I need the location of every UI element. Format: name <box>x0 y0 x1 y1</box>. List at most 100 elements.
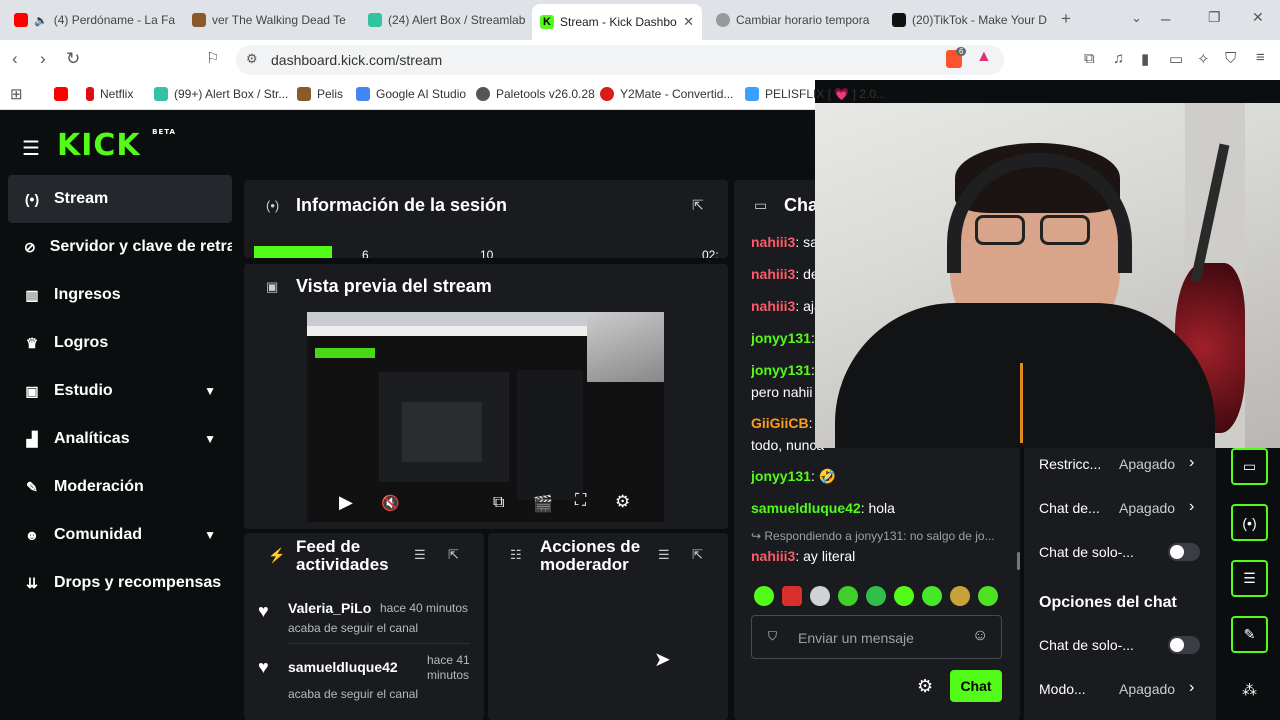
chat-username[interactable]: GiiGiiCB <box>751 415 809 431</box>
send-chat-button[interactable]: Chat <box>950 670 1002 702</box>
fullscreen-icon[interactable]: ⛶ <box>575 492 586 510</box>
hamburger-menu-icon[interactable]: ☰ <box>22 136 40 161</box>
back-icon[interactable]: ‹ <box>12 49 18 69</box>
bookmark-item[interactable]: PELISFLIX [ 💗 ] 2.0... <box>745 87 886 101</box>
feed-username[interactable]: samueldluque42 <box>288 659 398 675</box>
browser-tab[interactable]: ver The Walking Dead Te <box>184 6 354 34</box>
chevron-right-icon[interactable]: › <box>1189 454 1194 472</box>
popout-icon[interactable]: ⇱ <box>692 197 704 214</box>
chat-scrollbar[interactable] <box>1017 552 1020 570</box>
bookmark-item[interactable]: Y2Mate - Convertid... <box>600 87 733 101</box>
stream-rail-button[interactable]: (•) <box>1231 504 1268 541</box>
leo-icon[interactable]: ✧ <box>1197 50 1210 68</box>
trophy-icon: ♛ <box>25 334 39 351</box>
emote-icon[interactable] <box>978 586 998 606</box>
vpn-icon[interactable]: ⛉ <box>1225 50 1236 67</box>
feed-username[interactable]: Valeria_PiLo <box>288 600 371 616</box>
sidebar-item-income[interactable]: ▥ Ingresos <box>8 271 232 319</box>
emote-icon[interactable] <box>838 586 858 606</box>
extensions-icon[interactable]: ⧉ <box>1084 50 1095 67</box>
browser-tab[interactable]: (20)TikTok - Make Your D <box>884 6 1054 34</box>
chat-username[interactable]: samueldluque42 <box>751 500 861 516</box>
bookmark-item[interactable]: Netflix <box>86 87 133 101</box>
restore-icon[interactable]: ❐ <box>1208 9 1221 26</box>
media-icon[interactable]: ♫ <box>1113 50 1124 67</box>
followers-only-toggle[interactable] <box>1168 543 1200 561</box>
tab-search-icon[interactable]: ⌄ <box>1131 10 1142 26</box>
sidebar-item-achievements[interactable]: ♛ Logros <box>8 319 232 367</box>
minimize-icon[interactable]: – <box>1161 9 1170 29</box>
layout-rail-button[interactable]: ☰ <box>1231 560 1268 597</box>
emote-icon[interactable] <box>950 586 970 606</box>
play-icon[interactable]: ▶ <box>339 492 353 513</box>
sidebar-icon[interactable]: ▮ <box>1141 50 1149 68</box>
browser-tab[interactable]: (24) Alert Box / Streamlab <box>360 6 530 34</box>
filter-icon[interactable]: ☰ <box>414 547 426 563</box>
bookmark-item[interactable]: Google AI Studio <box>356 87 466 101</box>
bookmark-item[interactable]: Pelis <box>297 87 343 101</box>
sidebar-item-server-key[interactable]: ⊘ Servidor y clave de retransmisión <box>8 223 232 271</box>
bookmark-item[interactable]: (99+) Alert Box / Str... <box>154 87 288 101</box>
chat-username[interactable]: nahiii3 <box>751 298 795 314</box>
analytics-icon: ▟ <box>26 430 38 447</box>
title-line: Feed de <box>296 537 361 556</box>
settings-gear-icon[interactable]: ⚙ <box>615 492 630 512</box>
emoji-icon[interactable]: ☺ <box>972 627 988 645</box>
chevron-right-icon[interactable]: › <box>1189 498 1194 516</box>
emote-icon[interactable] <box>754 586 774 606</box>
muted-speaker-icon[interactable]: 🔈 <box>34 14 48 27</box>
browser-tab[interactable]: 🔈 (4) Perdóname - La Fa <box>6 6 176 34</box>
sidebar-item-stream[interactable]: (•) Stream <box>8 175 232 223</box>
bookmark-item[interactable]: Paletools v26.0.28 <box>476 87 595 101</box>
miniplayer-icon[interactable]: ⧉ <box>493 494 504 512</box>
forward-icon[interactable]: › <box>40 49 46 69</box>
popout-icon[interactable]: ⇱ <box>692 547 703 563</box>
browser-tab[interactable]: Cambiar horario tempora <box>708 6 878 34</box>
sidebar-item-drops[interactable]: ⇊ Drops y recompensas <box>8 559 232 607</box>
sidebar-item-analytics[interactable]: ▟ Analíticas ▼ <box>8 415 232 463</box>
clip-icon[interactable]: 🎬 <box>533 494 553 514</box>
chat-username[interactable]: nahiii3 <box>751 266 795 282</box>
chat-username[interactable]: nahiii3 <box>751 234 795 250</box>
browser-tab-active[interactable]: K Stream - Kick Dashbo ✕ <box>532 4 702 40</box>
filter-icon[interactable]: ☰ <box>658 547 670 563</box>
site-settings-icon[interactable]: ⚙ <box>246 51 258 67</box>
close-window-icon[interactable]: ✕ <box>1252 9 1264 26</box>
chat-text: hola <box>868 500 895 516</box>
chat-username[interactable]: jonyy131 <box>751 330 811 346</box>
chat-rail-button[interactable]: ▭ <box>1231 448 1268 485</box>
emote-icon[interactable] <box>810 586 830 606</box>
close-tab-icon[interactable]: ✕ <box>683 14 694 30</box>
chevron-right-icon[interactable]: › <box>1189 679 1194 697</box>
sidebar-item-community[interactable]: ☻ Comunidad ▼ <box>8 511 232 559</box>
subscribers-only-toggle[interactable] <box>1168 636 1200 654</box>
divider <box>288 643 470 644</box>
popout-icon[interactable]: ⇱ <box>448 547 459 563</box>
menu-icon[interactable]: ≡ <box>1256 49 1265 66</box>
chat-username[interactable]: jonyy131 <box>751 468 811 484</box>
chat-settings-gear-icon[interactable]: ⚙ <box>917 676 933 697</box>
more-options-icon[interactable]: ⁂ <box>1242 681 1257 699</box>
sidebar-item-moderation[interactable]: ✎ Moderación <box>8 463 232 511</box>
brave-rewards-icon[interactable]: ▲ <box>976 48 992 66</box>
address-bar[interactable]: ⚙ dashboard.kick.com/stream 6 ▲ <box>236 45 1004 75</box>
sidebar-item-studio[interactable]: ▣ Estudio ▼ <box>8 367 232 415</box>
mute-icon[interactable]: 🔇 <box>381 494 400 512</box>
chat-username[interactable]: jonyy131 <box>751 362 811 378</box>
url-text[interactable]: dashboard.kick.com/stream <box>271 52 442 68</box>
bookmark-youtube[interactable] <box>54 87 68 101</box>
chat-username[interactable]: nahiii3 <box>751 548 795 564</box>
kick-logo[interactable]: KICK BETA <box>57 128 176 163</box>
chat-input[interactable]: ⛉ Enviar un mensaje ☺ <box>751 615 1002 659</box>
emote-icon[interactable] <box>782 586 802 606</box>
moderation-rail-button[interactable]: ✎ <box>1231 616 1268 653</box>
emote-icon[interactable] <box>866 586 886 606</box>
wallet-icon[interactable]: ▭ <box>1169 50 1183 68</box>
reload-icon[interactable]: ↻ <box>66 49 80 69</box>
apps-icon[interactable]: ⊞ <box>10 85 23 103</box>
emote-icon[interactable] <box>922 586 942 606</box>
emote-icon[interactable] <box>894 586 914 606</box>
bookmark-icon[interactable]: ⚐ <box>206 49 219 67</box>
new-tab-icon[interactable]: + <box>1061 9 1071 29</box>
stream-preview-video[interactable]: ▶ 🔇 ⧉ 🎬 ⛶ ⚙ <box>307 312 664 522</box>
